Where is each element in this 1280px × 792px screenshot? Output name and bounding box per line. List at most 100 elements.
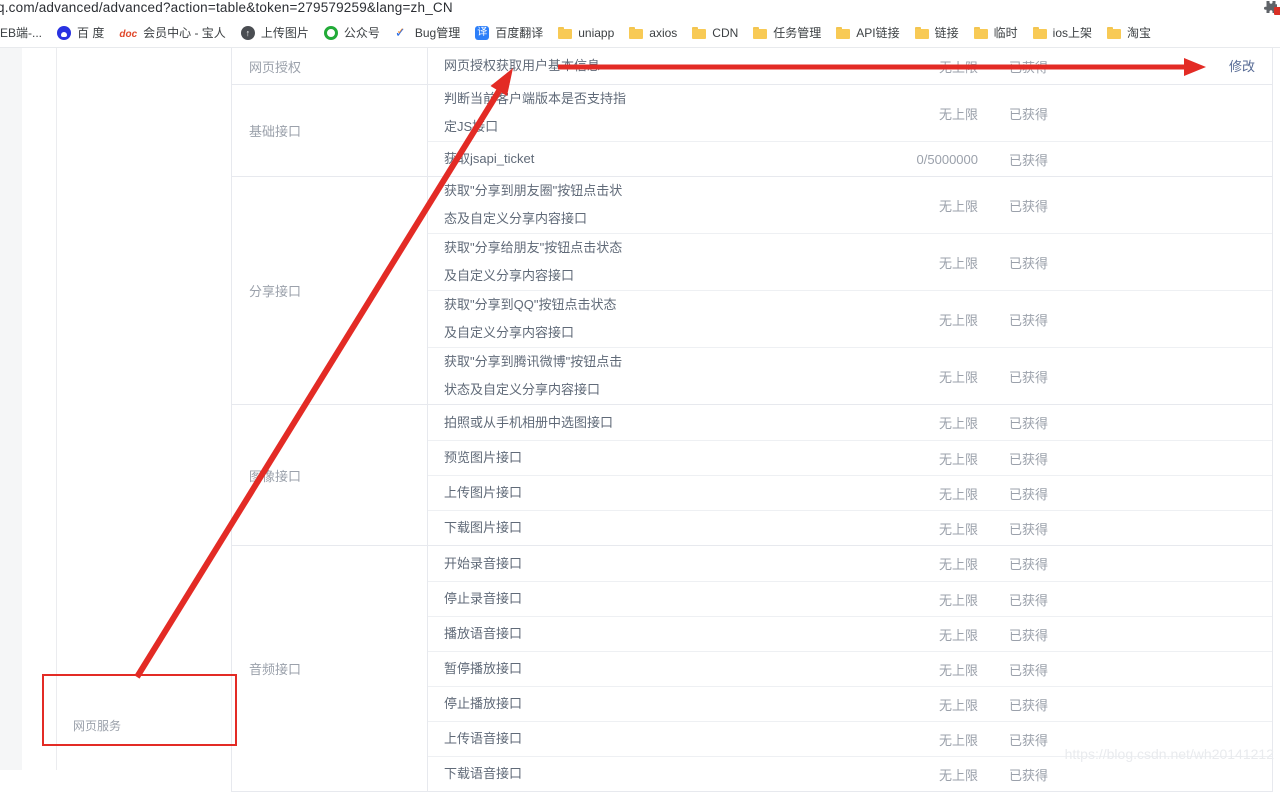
bookmark-label: 上传图片 <box>261 24 309 41</box>
interface-name: 拍照或从手机相册中选图接口 <box>428 409 718 437</box>
table-row: 获取"分享到QQ"按钮点击状态 及自定义分享内容接口无上限已获得 <box>428 290 1272 347</box>
url-text[interactable]: q.com/advanced/advanced?action=table&tok… <box>0 0 453 15</box>
interface-name: 获取"分享到腾讯微博"按钮点击 状态及自定义分享内容接口 <box>428 348 718 404</box>
bookmark-item[interactable]: CDN <box>692 26 738 40</box>
category-cell: 图像接口 <box>232 405 428 545</box>
bookmark-item[interactable]: 公众号 <box>324 24 380 41</box>
interface-name: 预览图片接口 <box>428 444 718 472</box>
annotation-box: 网页服务 <box>42 674 237 746</box>
bookmark-label: 任务管理 <box>773 24 821 41</box>
status-value: 已获得 <box>978 253 1158 272</box>
quota-value: 无上限 <box>718 519 978 538</box>
status-value: 已获得 <box>978 104 1158 123</box>
modify-link[interactable]: 修改 <box>1229 59 1255 74</box>
bookmark-item[interactable]: 会员中心 - 宝人 <box>119 24 225 42</box>
doc-icon <box>119 24 137 42</box>
bookmark-item[interactable]: axios <box>629 26 677 40</box>
translate-icon <box>475 26 489 40</box>
bookmark-label: 百度翻译 <box>495 24 543 41</box>
table-row: 获取"分享到朋友圈"按钮点击状 态及自定义分享内容接口无上限已获得 <box>428 177 1272 233</box>
table-row: 预览图片接口无上限已获得 <box>428 440 1272 475</box>
table-row: 播放语音接口无上限已获得 <box>428 616 1272 651</box>
interface-name: 获取"分享到QQ"按钮点击状态 及自定义分享内容接口 <box>428 291 718 347</box>
folder-icon <box>915 27 929 39</box>
quota-value: 无上限 <box>718 413 978 432</box>
sidebar-divider <box>56 48 57 770</box>
interface-name: 网页授权获取用户基本信息 <box>428 52 718 80</box>
table-row: 停止录音接口无上限已获得 <box>428 581 1272 616</box>
status-value: 已获得 <box>978 554 1158 573</box>
status-value: 已获得 <box>978 310 1158 329</box>
bookmark-label: 公众号 <box>344 24 380 41</box>
table-row: 判断当前客户端版本是否支持指 定JS接口无上限已获得 <box>428 85 1272 141</box>
quota-value: 无上限 <box>718 449 978 468</box>
status-value: 已获得 <box>978 519 1158 538</box>
interface-name: 上传图片接口 <box>428 479 718 507</box>
bug-icon <box>395 26 409 40</box>
status-value: 已获得 <box>978 196 1158 215</box>
quota-value: 无上限 <box>718 196 978 215</box>
bookmark-item[interactable]: API链接 <box>836 24 899 41</box>
api-table: 网页授权网页授权获取用户基本信息无上限已获得修改基础接口判断当前客户端版本是否支… <box>231 48 1273 792</box>
bookmark-label: EB端-... <box>0 24 42 41</box>
watermark: https://blog.csdn.net/wh20141212 <box>1065 746 1274 762</box>
bookmark-item[interactable]: 淘宝 <box>1107 24 1151 41</box>
bookmark-item[interactable]: 百 度 <box>57 24 104 41</box>
interface-name: 下载图片接口 <box>428 514 718 542</box>
folder-icon <box>629 27 643 39</box>
table-group: 图像接口拍照或从手机相册中选图接口无上限已获得预览图片接口无上限已获得上传图片接… <box>232 405 1272 546</box>
bookmarks-bar: EB端-... 百 度 会员中心 - 宝人 上传图片 公众号 Bug管理 百度翻译 uniap… <box>0 18 1280 48</box>
globe-icon <box>241 26 255 40</box>
bookmark-label: axios <box>649 26 677 40</box>
mp-icon <box>324 26 338 40</box>
table-row: 网页授权获取用户基本信息无上限已获得 修改 <box>428 48 1272 84</box>
table-row: 暂停播放接口无上限已获得 <box>428 651 1272 686</box>
interface-name: 停止播放接口 <box>428 690 718 718</box>
page-left-gutter <box>0 48 22 770</box>
quota-value: 无上限 <box>718 695 978 714</box>
folder-icon <box>836 27 850 39</box>
bookmark-item[interactable]: ios上架 <box>1033 24 1092 41</box>
table-row: 停止播放接口无上限已获得 <box>428 686 1272 721</box>
table-row: 拍照或从手机相册中选图接口无上限已获得 <box>428 405 1272 440</box>
bookmark-item[interactable]: 上传图片 <box>241 24 309 41</box>
category-cell: 分享接口 <box>232 177 428 404</box>
interface-name: 获取jsapi_ticket <box>428 145 718 173</box>
bookmark-label: 会员中心 - 宝人 <box>143 24 226 41</box>
sidebar-item-webpage-service[interactable]: 网页服务 <box>73 717 121 734</box>
bookmark-item[interactable]: EB端-... <box>0 24 42 41</box>
url-bar[interactable]: q.com/advanced/advanced?action=table&tok… <box>0 0 1280 18</box>
status-value: 已获得 <box>978 590 1158 609</box>
quota-value: 无上限 <box>718 660 978 679</box>
extensions-badge <box>1274 7 1280 15</box>
quota-value: 无上限 <box>718 57 978 76</box>
bookmark-item[interactable]: 链接 <box>915 24 959 41</box>
table-row: 获取"分享给朋友"按钮点击状态 及自定义分享内容接口无上限已获得 <box>428 233 1272 290</box>
bookmark-item[interactable]: uniapp <box>558 26 614 40</box>
bookmark-label: 百 度 <box>77 24 104 41</box>
folder-icon <box>558 27 572 39</box>
table-row: 获取jsapi_ticket0/5000000已获得 <box>428 141 1272 176</box>
folder-icon <box>1033 27 1047 39</box>
bookmark-item[interactable]: 任务管理 <box>753 24 821 41</box>
status-value: 已获得 <box>978 695 1158 714</box>
interface-name: 开始录音接口 <box>428 550 718 578</box>
bookmark-item[interactable]: 临时 <box>974 24 1018 41</box>
table-row: 下载图片接口无上限已获得 <box>428 510 1272 545</box>
quota-value: 无上限 <box>718 253 978 272</box>
status-value: 已获得 <box>978 765 1158 784</box>
folder-icon <box>692 27 706 39</box>
bookmark-item[interactable]: 百度翻译 <box>475 24 543 41</box>
interface-name: 暂停播放接口 <box>428 655 718 683</box>
status-value: 已获得 <box>978 57 1158 76</box>
interface-name: 获取"分享给朋友"按钮点击状态 及自定义分享内容接口 <box>428 234 718 290</box>
interface-name: 上传语音接口 <box>428 725 718 753</box>
bookmark-label: uniapp <box>578 26 614 40</box>
bookmark-label: 临时 <box>994 24 1018 41</box>
category-cell: 网页授权 <box>232 48 428 84</box>
quota-value: 无上限 <box>718 554 978 573</box>
quota-value: 0/5000000 <box>718 152 978 167</box>
interface-name: 获取"分享到朋友圈"按钮点击状 态及自定义分享内容接口 <box>428 177 718 233</box>
bookmark-item[interactable]: Bug管理 <box>395 24 460 41</box>
extensions-icon[interactable] <box>1263 0 1280 16</box>
